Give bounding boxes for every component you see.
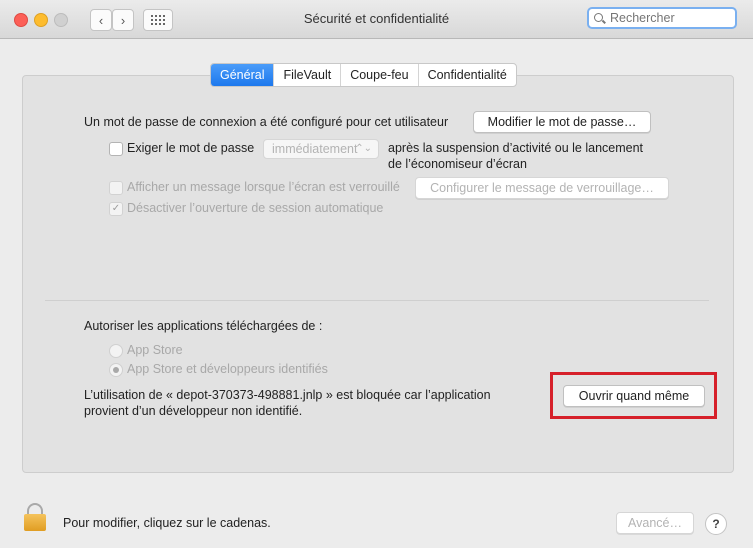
require-password-after-line1: après la suspension d’activité ou le lan… xyxy=(388,141,644,155)
require-password-after-line2: de l’économiseur d’écran xyxy=(388,157,527,171)
updown-chevron-icon: ⌃⌄ xyxy=(355,143,372,154)
advanced-button[interactable]: Avancé… xyxy=(616,512,694,534)
blocked-message-line1: L’utilisation de « depot-370373-498881.j… xyxy=(84,388,491,402)
downloads-heading: Autoriser les applications téléchargées … xyxy=(84,319,323,333)
tab-bar: Général FileVault Coupe-feu Confidential… xyxy=(210,63,517,87)
require-password-delay-select[interactable]: immédiatement ⌃⌄ xyxy=(263,139,379,159)
show-message-label: Afficher un message lorsque l’écran est … xyxy=(127,180,400,194)
disable-auto-login-checkbox[interactable]: ✓ xyxy=(109,202,123,216)
radio-app-store-identified-label: App Store et développeurs identifiés xyxy=(127,362,328,376)
lock-hint-text: Pour modifier, cliquez sur le cadenas. xyxy=(63,516,271,530)
require-password-label: Exiger le mot de passe xyxy=(127,141,255,155)
disable-auto-login-label: Désactiver l’ouverture de session automa… xyxy=(127,201,384,215)
highlight-box xyxy=(550,372,717,419)
change-password-button[interactable]: Modifier le mot de passe… xyxy=(473,111,651,133)
tab-privacy[interactable]: Confidentialité xyxy=(419,64,516,86)
tab-filevault[interactable]: FileVault xyxy=(274,64,342,86)
set-lock-message-button[interactable]: Configurer le message de verrouillage… xyxy=(415,177,669,199)
search-input[interactable] xyxy=(608,10,732,26)
password-set-text: Un mot de passe de connexion a été confi… xyxy=(84,115,449,129)
search-icon xyxy=(594,12,605,24)
padlock-icon xyxy=(24,514,46,531)
require-password-checkbox[interactable] xyxy=(109,142,123,156)
delay-value: immédiatement xyxy=(272,142,358,156)
search-field[interactable] xyxy=(587,7,737,29)
lock-button[interactable] xyxy=(24,503,46,531)
show-message-checkbox[interactable] xyxy=(109,181,123,195)
title-bar: ‹ › Sécurité et confidentialité xyxy=(0,0,753,39)
blocked-message-line2: provient d’un développeur non identifié. xyxy=(84,404,303,418)
help-button[interactable]: ? xyxy=(705,513,727,535)
tab-general[interactable]: Général xyxy=(211,64,275,86)
section-divider xyxy=(45,300,709,301)
radio-app-store[interactable] xyxy=(109,344,123,358)
tab-firewall[interactable]: Coupe-feu xyxy=(341,64,419,86)
radio-app-store-identified[interactable] xyxy=(109,363,123,377)
checkmark-icon: ✓ xyxy=(111,203,121,214)
radio-app-store-label: App Store xyxy=(127,343,183,357)
